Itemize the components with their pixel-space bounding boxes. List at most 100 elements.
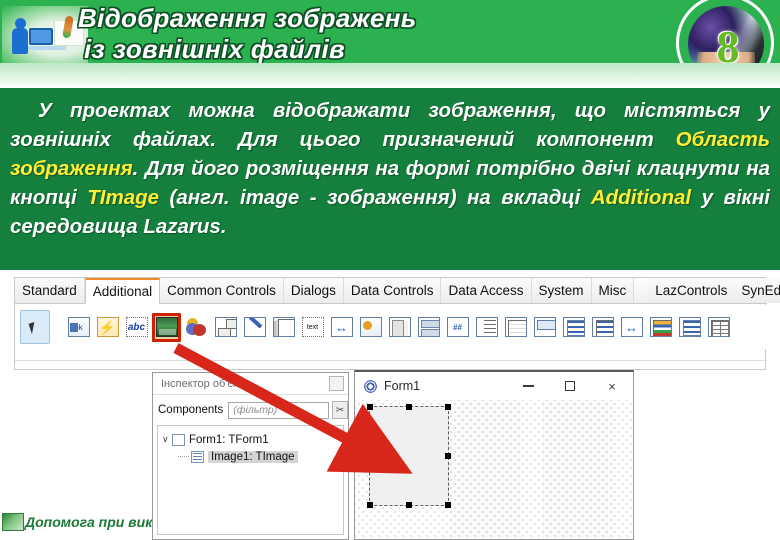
maximize-icon [565,381,575,391]
scroll-box-icon[interactable] [502,314,529,341]
component-tree: ∨ Form1: TForm1 Image1: TImage [157,425,344,535]
pages-icon[interactable] [386,314,413,341]
notebook-icon[interactable] [270,314,297,341]
clear-filter-icon[interactable]: ✂ [332,401,348,419]
speed-button-icon[interactable] [94,314,121,341]
help-book-icon [2,513,24,531]
monitor-shape [29,28,53,45]
panel-icon[interactable] [212,314,239,341]
resize-handle-middle-right[interactable] [445,453,451,459]
palette-tab-strip: Standard Additional Common Controls Dialogs… [15,278,780,304]
resize-handle-middle-left[interactable] [367,453,373,459]
color-button-icon[interactable] [357,314,384,341]
masked-edit-icon[interactable]: ## [444,314,471,341]
minimize-button[interactable] [507,372,549,400]
palette-tab-data-controls[interactable]: Data Controls [343,278,442,303]
page-title: Відображення зображень із зовнішніх файл… [78,3,678,65]
timage-icon[interactable] [152,312,181,342]
shape-icon-glyph [186,317,208,337]
color-box-icon-glyph [678,317,701,337]
button-ok-icon[interactable]: ok [65,314,92,341]
form-title-text: Form1 [384,379,421,393]
maximize-button[interactable] [549,372,591,400]
notebook-icon-glyph [272,317,295,337]
check-list-box-icon[interactable] [473,314,500,341]
object-inspector-window: Інспектор об'єкта Components (фільтр) ✂ … [152,372,349,540]
paint-box-icon-glyph [243,317,266,337]
label-edit-icon[interactable]: text [299,314,326,341]
pointer-arrow-icon[interactable] [20,310,50,344]
tree-item[interactable]: ∨ Form1: TForm1 [162,431,343,448]
control-bar-icon-glyph [620,317,643,337]
panel-icon-glyph [214,317,237,337]
palette-tab-system[interactable]: System [531,278,592,303]
timage-icon-glyph [155,317,178,337]
filter-input[interactable]: (фільтр) [228,401,330,419]
palette-tab-common-controls[interactable]: Common Controls [160,278,284,303]
splitter-icon[interactable] [328,314,355,341]
list-view-icon-glyph [591,317,614,337]
color-list-box-icon[interactable] [647,314,674,341]
canvas-shade-1 [449,400,521,539]
component-palette: Standard Additional Common Controls Dialogs… [14,277,780,370]
masked-edit-icon-glyph: ## [446,317,469,337]
form-design-canvas[interactable] [355,400,633,539]
object-inspector-title-text: Інспектор об'єкта [161,377,249,390]
highlighted-term: Additional [590,186,692,209]
chevron-down-icon[interactable]: ∨ [162,434,172,445]
palette-tab-standard[interactable]: Standard [15,278,85,303]
resize-handle-bottom-center[interactable] [406,502,412,508]
resize-handle-top-left[interactable] [367,404,373,410]
combo-box-ex-icon[interactable] [531,314,558,341]
paragraph-run: У проектах можна відображати зображення,… [10,99,770,151]
static-text-abc-icon[interactable]: abc [123,314,150,341]
resize-handle-top-center[interactable] [406,404,412,410]
lazarus-form-icon [363,378,378,394]
list-box-abc-icon-glyph [562,317,585,337]
minimize-icon [522,385,534,387]
split-panel-icon[interactable] [415,314,442,341]
student-at-computer-illustration [2,6,88,64]
page-title-line-2: із зовнішніх файлів [84,34,346,64]
footer-text: Допомога при вик [25,514,153,530]
image-component-selected[interactable] [367,404,451,508]
split-panel-icon-glyph [417,317,440,337]
inspector-components-row: Components (фільтр) ✂ [153,397,348,423]
control-bar-icon[interactable] [618,314,645,341]
string-grid-icon-glyph [707,317,730,337]
palette-tab-misc[interactable]: Misc [591,278,635,303]
scroll-box-icon-glyph [504,317,527,337]
resize-handle-bottom-right[interactable] [445,502,451,508]
palette-tab-data-access[interactable]: Data Access [441,278,532,303]
palette-tab-dialogs[interactable]: Dialogs [283,278,344,303]
shape-icon[interactable] [183,314,210,341]
resize-handle-top-right[interactable] [445,404,451,410]
image-component-icon [191,450,204,463]
lesson-text-block: У проектах можна відображати зображення,… [0,88,780,270]
palette-tab-synedit[interactable]: SynEdit [734,278,780,303]
close-button[interactable]: × [591,372,633,400]
components-label: Components [158,404,224,416]
cursor-arrow-glyph [28,320,42,334]
pages-icon-glyph [388,317,411,337]
color-list-box-icon-glyph [649,317,672,337]
form-title-bar: Form1 × [355,372,633,400]
combo-box-ex-icon-glyph [533,317,556,337]
tree-item-label: Form1: TForm1 [189,433,269,446]
color-box-icon[interactable] [676,314,703,341]
palette-tab-additional[interactable]: Additional [84,278,161,304]
lesson-paragraph: У проектах можна відображати зображення,… [10,96,770,241]
list-box-abc-icon[interactable] [560,314,587,341]
resize-handle-bottom-left[interactable] [367,502,373,508]
paint-box-icon[interactable] [241,314,268,341]
check-list-box-icon-glyph [475,317,498,337]
palette-tab-lazcontrols[interactable]: LazControls [648,278,735,303]
tree-item[interactable]: Image1: TImage [162,448,343,465]
string-grid-icon[interactable] [705,314,732,341]
desk-shape [24,46,66,50]
list-view-icon[interactable] [589,314,616,341]
speed-button-icon-glyph [96,317,119,337]
header-gradient-divider [0,63,780,88]
inspector-restore-button[interactable] [329,376,344,391]
highlighted-term: TImage [87,186,160,209]
